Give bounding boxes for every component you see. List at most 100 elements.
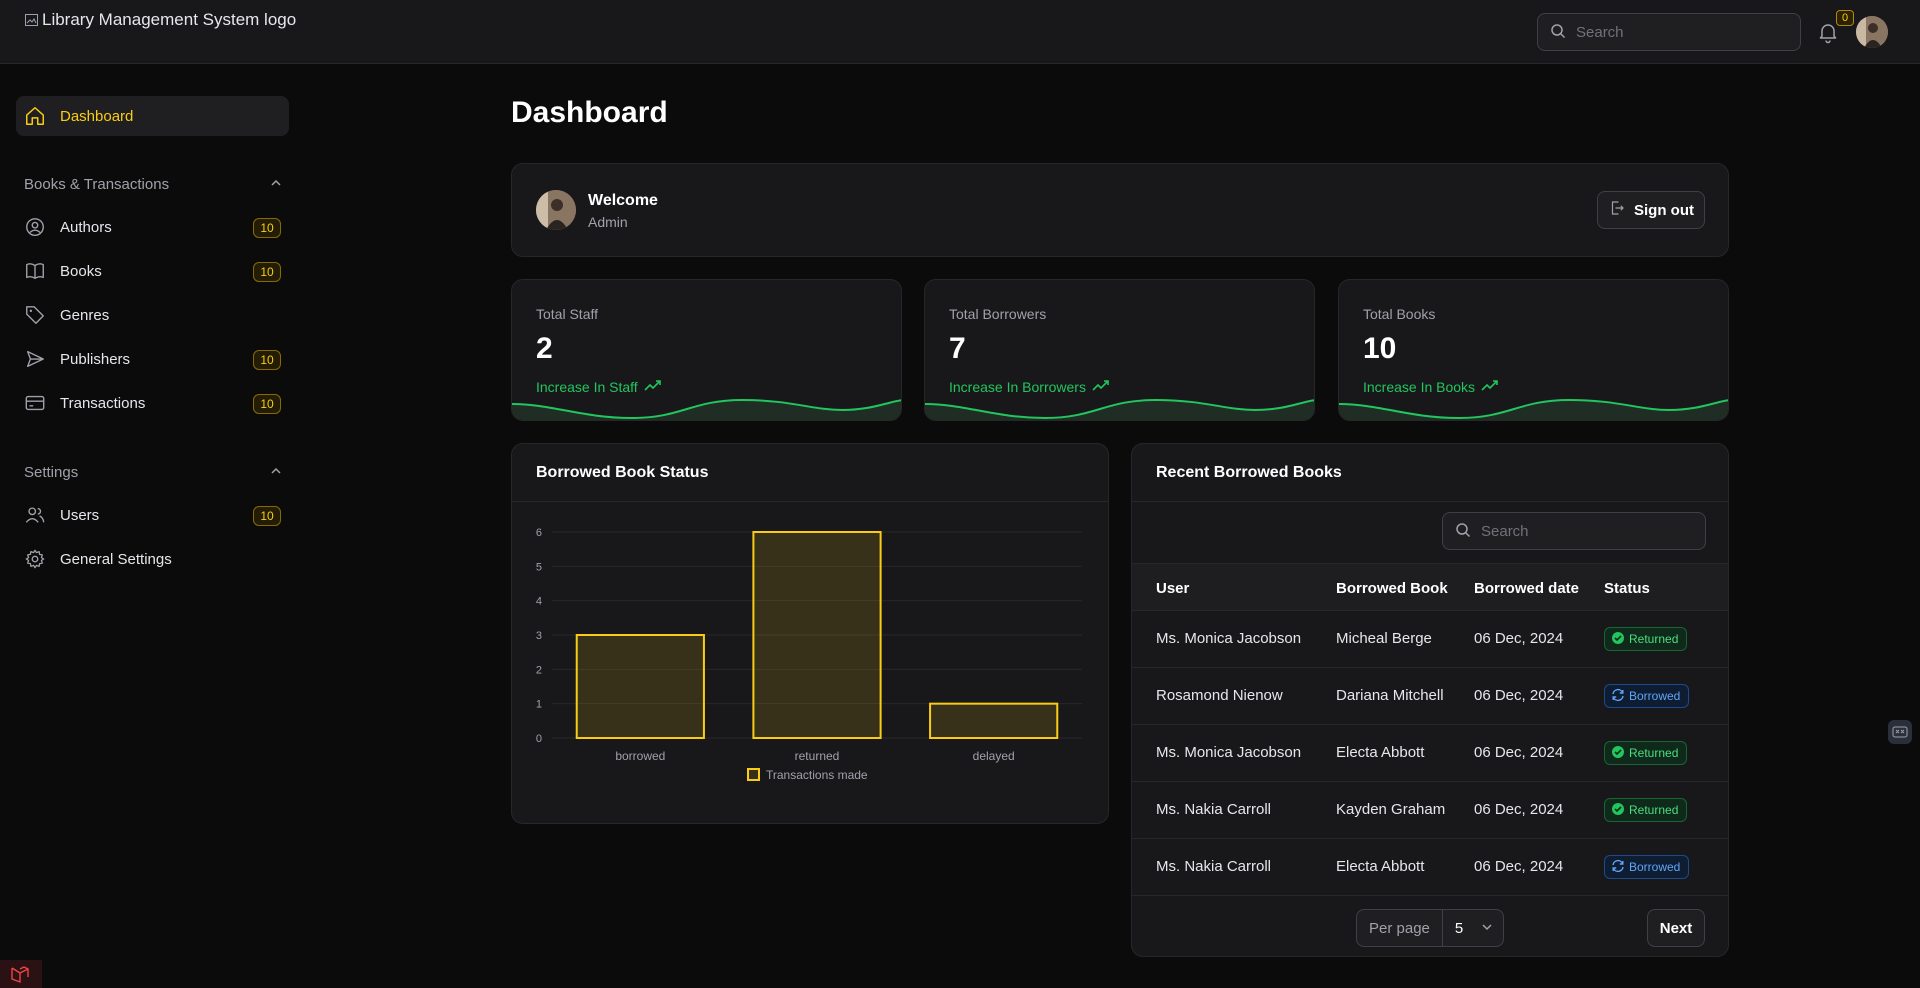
sidebar-item-label: Publishers xyxy=(60,350,131,368)
check-circle-icon xyxy=(1611,631,1625,648)
table-row[interactable]: Ms. Monica Jacobson Electa Abbott 06 Dec… xyxy=(1132,725,1728,782)
top-bar: Library Management System logo 0 xyxy=(0,0,1920,64)
table-search[interactable] xyxy=(1442,512,1706,550)
welcome-title: Welcome xyxy=(588,192,658,209)
users-icon xyxy=(24,504,46,526)
bar-delayed xyxy=(929,702,1059,740)
y-tick-label: 0 xyxy=(536,733,542,745)
status-label: Returned xyxy=(1629,632,1679,646)
status-badge: Borrowed xyxy=(1604,684,1690,708)
cell-book: Dariana Mitchell xyxy=(1336,687,1444,704)
debug-toolbar-toggle-icon[interactable] xyxy=(1888,720,1912,744)
search-input[interactable] xyxy=(1576,23,1776,41)
cell-book: Electa Abbott xyxy=(1336,858,1425,875)
search-icon xyxy=(1455,522,1471,541)
stat-value: 2 xyxy=(536,332,553,365)
refresh-icon xyxy=(1611,688,1625,705)
status-badge: Borrowed xyxy=(1604,855,1690,879)
refresh-icon xyxy=(1611,859,1625,876)
stat-sparkline xyxy=(1339,398,1728,420)
cell-date: 06 Dec, 2024 xyxy=(1474,858,1564,875)
column-header-date[interactable]: Borrowed date xyxy=(1474,580,1579,597)
cell-user: Ms. Monica Jacobson xyxy=(1156,630,1302,647)
check-circle-icon xyxy=(1611,745,1625,762)
sidebar-item-genres[interactable]: Genres xyxy=(16,295,289,335)
chevron-up-icon xyxy=(270,176,282,193)
stat-card-borrowers: Total Borrowers 7 Increase In Borrowers xyxy=(924,279,1315,421)
count-badge: 10 xyxy=(253,394,281,414)
cell-book: Micheal Berge xyxy=(1336,630,1432,647)
table-row[interactable]: Ms. Nakia Carroll Electa Abbott 06 Dec, … xyxy=(1132,839,1728,896)
sidebar-item-dashboard[interactable]: Dashboard xyxy=(16,96,289,136)
column-header-user[interactable]: User xyxy=(1156,580,1189,597)
table-row[interactable]: Ms. Monica Jacobson Micheal Berge 06 Dec… xyxy=(1132,611,1728,668)
cell-user: Ms. Nakia Carroll xyxy=(1156,858,1272,875)
cell-date: 06 Dec, 2024 xyxy=(1474,801,1564,818)
sidebar-item-books[interactable]: Books 10 xyxy=(16,251,289,291)
cell-date: 06 Dec, 2024 xyxy=(1474,630,1564,647)
sidebar-item-users[interactable]: Users 10 xyxy=(16,495,289,535)
card-header: Borrowed Book Status xyxy=(512,444,1108,502)
broken-image-icon xyxy=(24,12,40,28)
user-circle-icon xyxy=(24,216,46,238)
per-page-value[interactable]: 5 xyxy=(1443,920,1503,937)
stat-card-books: Total Books 10 Increase In Books xyxy=(1338,279,1729,421)
sidebar-item-general-settings[interactable]: General Settings xyxy=(16,539,289,579)
group-label: Settings xyxy=(24,463,79,481)
cell-date: 06 Dec, 2024 xyxy=(1474,687,1564,704)
sign-out-button[interactable]: Sign out xyxy=(1597,191,1705,229)
table-row[interactable]: Ms. Nakia Carroll Kayden Graham 06 Dec, … xyxy=(1132,782,1728,839)
next-page-button[interactable]: Next xyxy=(1647,909,1705,947)
welcome-role: Admin xyxy=(588,214,628,230)
per-page-label: Per page xyxy=(1357,910,1443,946)
table-header: User Borrowed Book Borrowed date Status xyxy=(1132,563,1728,611)
gear-icon xyxy=(24,548,46,570)
app-logo[interactable]: Library Management System logo xyxy=(24,10,296,30)
status-badge: Returned xyxy=(1604,627,1688,651)
paper-plane-icon xyxy=(24,348,46,370)
cell-book: Kayden Graham xyxy=(1336,801,1446,818)
logo-alt-text: Library Management System logo xyxy=(42,10,297,29)
y-tick-label: 6 xyxy=(536,527,542,539)
sidebar-item-label: Genres xyxy=(60,306,110,324)
count-badge: 10 xyxy=(253,350,281,370)
framework-logo-icon[interactable] xyxy=(0,960,42,988)
user-avatar[interactable] xyxy=(1856,16,1888,48)
column-header-status[interactable]: Status xyxy=(1604,580,1650,597)
sidebar-item-label: Dashboard xyxy=(60,107,134,125)
sidebar-item-transactions[interactable]: Transactions 10 xyxy=(16,383,289,423)
check-circle-icon xyxy=(1611,802,1625,819)
group-label: Books & Transactions xyxy=(24,175,170,193)
column-header-book[interactable]: Borrowed Book xyxy=(1336,580,1448,597)
sign-out-icon xyxy=(1608,199,1626,221)
table-search-input[interactable] xyxy=(1481,522,1681,540)
sidebar: Dashboard Books & Transactions Authors 1… xyxy=(0,64,304,988)
book-open-icon xyxy=(24,260,46,282)
cell-user: Rosamond Nienow xyxy=(1156,687,1283,704)
cell-book: Electa Abbott xyxy=(1336,744,1425,761)
y-tick-label: 5 xyxy=(536,561,542,573)
count-badge: 10 xyxy=(253,262,281,282)
global-search[interactable] xyxy=(1537,13,1801,51)
stat-sparkline xyxy=(512,398,901,420)
per-page-value-text: 5 xyxy=(1454,919,1464,937)
stat-label: Total Books xyxy=(1363,306,1436,322)
legend-label: Transactions made xyxy=(766,768,868,782)
bar-returned xyxy=(752,531,882,739)
per-page-select[interactable]: Per page 5 xyxy=(1356,909,1505,947)
table-row[interactable]: Rosamond Nienow Dariana Mitchell 06 Dec,… xyxy=(1132,668,1728,725)
stat-card-staff: Total Staff 2 Increase In Staff xyxy=(511,279,902,421)
sidebar-group-books-transactions[interactable]: Books & Transactions xyxy=(24,172,282,196)
notifications-count-badge: 0 xyxy=(1836,10,1854,26)
stat-sparkline xyxy=(925,398,1314,420)
borrowed-status-chart-card: Borrowed Book Status 0 1 2 3 4 5 6 borrowed retu… xyxy=(511,443,1109,824)
cell-date: 06 Dec, 2024 xyxy=(1474,744,1564,761)
sidebar-group-settings[interactable]: Settings xyxy=(24,460,282,484)
status-label: Returned xyxy=(1629,803,1679,817)
stat-label: Total Staff xyxy=(536,306,599,322)
sidebar-item-label: Users xyxy=(60,506,100,524)
sidebar-item-label: General Settings xyxy=(60,550,172,568)
stat-value: 7 xyxy=(949,332,966,365)
sidebar-item-publishers[interactable]: Publishers 10 xyxy=(16,339,289,379)
sidebar-item-authors[interactable]: Authors 10 xyxy=(16,207,289,247)
